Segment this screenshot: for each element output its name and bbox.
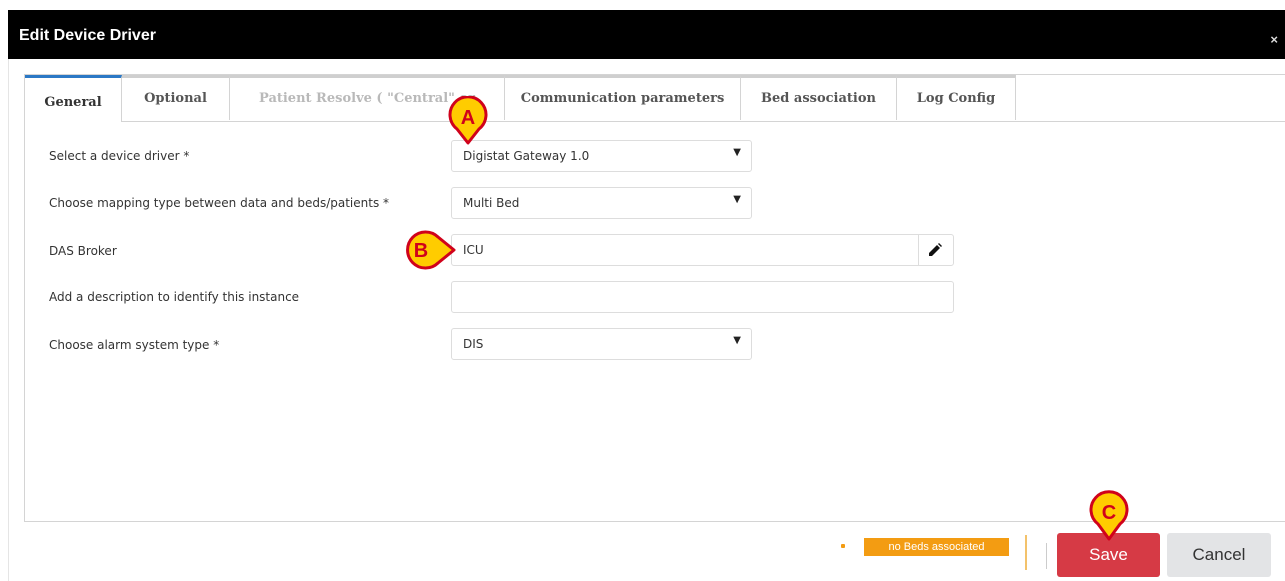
mapping-type-label: Choose mapping type between data and bed… xyxy=(49,196,390,210)
callout-marker-a: A xyxy=(448,96,488,145)
description-label: Add a description to identify this insta… xyxy=(49,290,300,304)
device-driver-select[interactable]: Digistat Gateway 1.0 ▼ xyxy=(451,140,752,172)
cancel-button[interactable]: Cancel xyxy=(1167,533,1271,577)
das-broker-label: DAS Broker xyxy=(49,244,117,258)
dialog-titlebar: Edit Device Driver × xyxy=(8,10,1285,59)
tab-panel: General Optional Patient Resolve ( "Cent… xyxy=(24,74,1285,522)
tab-general[interactable]: General xyxy=(25,75,122,122)
chevron-down-icon: ▼ xyxy=(733,147,741,158)
tab-log-config[interactable]: Log Config xyxy=(897,75,1016,120)
alarm-system-select[interactable]: DIS ▼ xyxy=(451,328,752,360)
footer-divider xyxy=(1025,535,1027,570)
das-broker-edit-button[interactable] xyxy=(918,235,953,265)
tab-bar: General Optional Patient Resolve ( "Cent… xyxy=(25,75,1285,122)
device-driver-value: Digistat Gateway 1.0 xyxy=(463,149,590,163)
pencil-icon xyxy=(929,243,942,256)
callout-marker-b: B xyxy=(406,230,456,270)
chevron-down-icon: ▼ xyxy=(733,194,741,205)
callout-marker-a-letter: A xyxy=(461,107,475,129)
device-driver-label: Select a device driver * xyxy=(49,149,190,163)
tab-bed-association[interactable]: Bed association xyxy=(741,75,897,120)
description-input[interactable] xyxy=(451,281,954,313)
dialog-border xyxy=(8,59,9,581)
callout-marker-c: C xyxy=(1089,490,1129,541)
das-broker-field[interactable]: ICU xyxy=(451,234,954,266)
alarm-system-value: DIS xyxy=(463,337,484,351)
close-icon[interactable]: × xyxy=(1270,32,1278,47)
footer-divider xyxy=(1046,543,1047,569)
tab-communication-parameters[interactable]: Communication parameters xyxy=(505,75,741,120)
tab-optional[interactable]: Optional xyxy=(122,75,230,120)
mapping-type-select[interactable]: Multi Bed ▼ xyxy=(451,187,752,219)
callout-marker-c-letter: C xyxy=(1102,502,1116,524)
chevron-down-icon: ▼ xyxy=(733,335,741,346)
das-broker-value: ICU xyxy=(463,243,484,257)
status-dot xyxy=(841,544,845,548)
callout-marker-b-letter: B xyxy=(414,240,428,262)
mapping-type-value: Multi Bed xyxy=(463,196,520,210)
dialog-title: Edit Device Driver xyxy=(19,27,156,44)
alarm-system-label: Choose alarm system type * xyxy=(49,338,220,352)
beds-status-badge: no Beds associated xyxy=(864,538,1009,556)
